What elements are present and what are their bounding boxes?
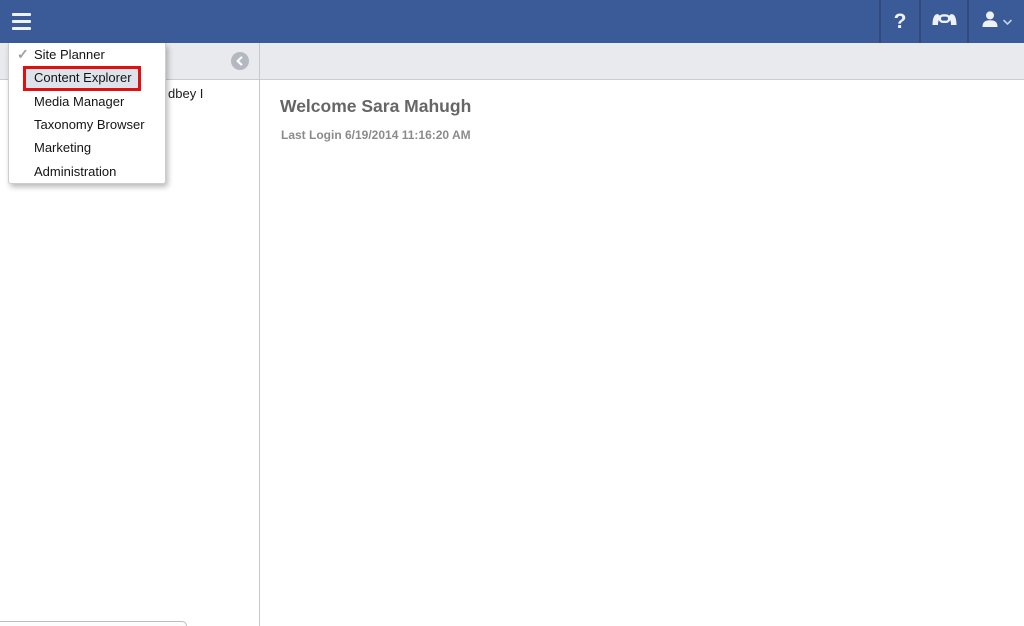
- support-button[interactable]: [919, 0, 967, 43]
- application-window: ? dbey I Welcome Sara Mahugh Last Login …: [0, 0, 1024, 626]
- chevron-down-icon: [1002, 13, 1012, 31]
- user-menu-button[interactable]: [967, 0, 1024, 43]
- sidebar-tree-item[interactable]: dbey I: [168, 86, 203, 101]
- handset-icon: [932, 12, 957, 31]
- collapsed-bottom-panel[interactable]: [0, 621, 187, 626]
- hamburger-icon[interactable]: [12, 13, 31, 30]
- app-switcher-menu: ✓ Site Planner Content Explorer Media Ma…: [8, 43, 166, 184]
- person-icon: [982, 10, 999, 33]
- menu-item-administration[interactable]: Administration: [9, 160, 165, 183]
- hamburger-bar: [12, 27, 31, 30]
- menu-item-label: Content Explorer: [34, 70, 132, 86]
- help-button[interactable]: ?: [879, 0, 919, 43]
- collapse-sidebar-button[interactable]: [231, 52, 249, 70]
- menu-item-label: Taxonomy Browser: [34, 117, 145, 133]
- last-login-text: Last Login 6/19/2014 11:16:20 AM: [281, 128, 471, 142]
- menu-item-taxonomy-browser[interactable]: Taxonomy Browser: [9, 113, 165, 136]
- panel-divider: [259, 43, 260, 626]
- menu-item-content-explorer[interactable]: Content Explorer: [9, 66, 165, 89]
- menu-item-label: Site Planner: [34, 47, 105, 63]
- menu-item-media-manager[interactable]: Media Manager: [9, 90, 165, 113]
- menu-item-label: Marketing: [34, 140, 92, 156]
- menu-item-marketing[interactable]: Marketing: [9, 136, 165, 159]
- top-bar: ?: [0, 0, 1024, 43]
- hamburger-bar: [12, 13, 31, 16]
- menu-item-label: Administration: [34, 163, 117, 179]
- page-title: Welcome Sara Mahugh: [280, 96, 472, 116]
- menu-item-site-planner[interactable]: ✓ Site Planner: [9, 43, 165, 66]
- help-icon: ?: [893, 9, 907, 33]
- hamburger-bar: [12, 20, 31, 23]
- top-bar-actions: ?: [879, 0, 1024, 43]
- check-icon: ✓: [17, 46, 29, 63]
- menu-item-label: Media Manager: [34, 93, 125, 109]
- chevron-left-icon: [235, 54, 245, 69]
